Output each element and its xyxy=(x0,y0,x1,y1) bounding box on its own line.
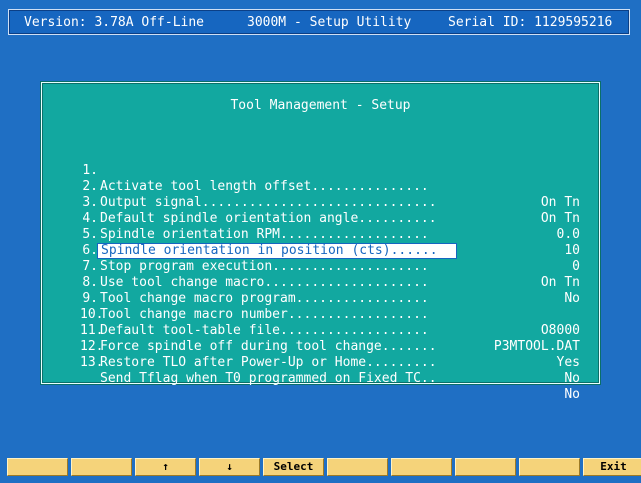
version-label: Version: 3.78A Off-Line xyxy=(24,15,205,30)
setup-option-8[interactable]: 8. Tool change macro program............… xyxy=(80,259,580,306)
softkey-select[interactable]: Select xyxy=(263,458,324,476)
option-value: Yes xyxy=(556,355,580,370)
setup-options-list: 1. Activate tool length offset..........… xyxy=(80,147,580,402)
setup-option-2[interactable]: 2. Output signal........................… xyxy=(80,163,580,226)
softkey-f2[interactable] xyxy=(71,458,132,476)
setup-option-11[interactable]: 11. Force spindle off during tool change… xyxy=(80,307,580,370)
softkey-f8[interactable] xyxy=(455,458,516,476)
setup-option-10[interactable]: 10. Default tool-table file.............… xyxy=(80,291,580,354)
option-number: 13. xyxy=(80,355,104,370)
softkey-exit[interactable]: Exit xyxy=(583,458,641,476)
setup-option-1[interactable]: 1. Activate tool length offset..........… xyxy=(80,147,580,210)
setup-option-4[interactable]: 4. Spindle orientation RPM..............… xyxy=(80,195,580,258)
softkey-up-arrow[interactable]: ↑ xyxy=(135,458,196,476)
setup-option-3[interactable]: 3. Default spindle orientation angle....… xyxy=(80,179,580,242)
setup-option-13[interactable]: 13. Send Tflag when T0 programmed on Fix… xyxy=(80,339,580,402)
softkey-down-arrow[interactable]: ↓ xyxy=(199,458,260,476)
serial-id-label: Serial ID: 1129595216 xyxy=(448,15,613,30)
panel-title: Tool Management - Setup xyxy=(230,98,411,113)
option-label: Restore TLO after Power-Up or Home......… xyxy=(100,355,437,370)
option-value: No xyxy=(564,387,580,402)
option-value: No xyxy=(564,371,580,386)
tool-management-setup-panel: Tool Management - Setup 1. Activate tool… xyxy=(41,82,600,402)
option-label: Send Tflag when T0 programmed on Fixed T… xyxy=(100,371,437,386)
app-title: 3000M - Setup Utility xyxy=(247,15,412,30)
setup-option-7[interactable]: 7. Use tool change macro................… xyxy=(80,243,580,306)
softkey-f9[interactable] xyxy=(519,458,580,476)
softkey-f6[interactable] xyxy=(327,458,388,476)
title-bar: Version: 3.78A Off-Line 3000M - Setup Ut… xyxy=(8,9,630,35)
setup-option-9[interactable]: 9. Tool change macro number.............… xyxy=(80,275,580,338)
setup-option-6[interactable]: 6. Stop program execution...............… xyxy=(80,227,580,290)
softkey-f7[interactable] xyxy=(391,458,452,476)
setup-option-5-selected[interactable]: 5. Spindle orientation in position (cts)… xyxy=(80,211,580,274)
softkey-f1[interactable] xyxy=(7,458,68,476)
setup-option-12[interactable]: 12. Restore TLO after Power-Up or Home..… xyxy=(80,323,580,386)
softkey-bar: ↑ ↓ Select Exit xyxy=(7,458,641,476)
